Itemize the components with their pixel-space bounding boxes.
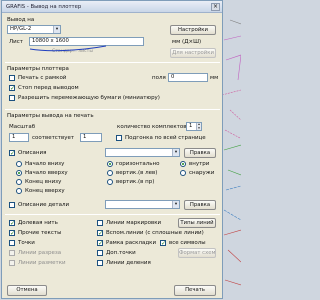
plotter-params-label: Параметры плоттера (7, 66, 69, 72)
start-bottom-radio[interactable] (16, 161, 22, 167)
detail-desc-select[interactable]: ▾ (105, 200, 180, 209)
detail-desc-label: Описание детали (18, 202, 70, 208)
print-button[interactable]: Печать (174, 285, 216, 296)
start-top-label: Начало вверху (25, 170, 68, 176)
vertical-up-radio[interactable] (107, 170, 113, 176)
seam-lines-label: Линии разметки (18, 260, 66, 266)
outside-label: снаружи (189, 170, 215, 176)
divider (5, 109, 220, 110)
cancel-button[interactable]: Отмена (7, 285, 47, 296)
frame-cut-label: Рамка раскладки (106, 240, 157, 246)
aux-lines-label: Вспом.линии (с сплошные линии) (106, 230, 204, 236)
seam-lines-checkbox[interactable] (9, 260, 15, 266)
notch-points-label: Доп.точки (106, 250, 136, 256)
fields-label: поля (152, 75, 166, 81)
frame-cut-checkbox[interactable]: ✓ (97, 240, 103, 247)
base-line-label: Долевая нить (18, 220, 58, 226)
scale-value: 1 (12, 134, 16, 140)
reinforced-checkbox[interactable]: ✓ (9, 230, 15, 237)
sheet-units: мм (Д×Ш) (172, 39, 202, 45)
stop-before-label: Стоп перед выводом (18, 85, 79, 91)
copies-stepper[interactable]: 1 ▴ ▾ (186, 122, 202, 131)
window-title: GRAFIS - Вывод на плоттер (6, 4, 82, 10)
chevron-down-icon[interactable]: ▾ (172, 149, 179, 156)
fields-units: мм (210, 75, 219, 81)
print-frame-label: Печать с рамкой (18, 75, 67, 81)
scale-label: Масштаб (9, 124, 36, 130)
for-device-button[interactable]: Для настройки (170, 48, 216, 58)
horizontal-label: горизонтально (116, 161, 160, 167)
divider (5, 214, 220, 215)
spin-arrows-icon[interactable]: ▴ ▾ (196, 123, 201, 130)
divider (5, 62, 220, 63)
inside-label: внутри (189, 161, 210, 167)
output-group-label: Вывод на (7, 17, 35, 23)
scale-separator: соответствует (32, 135, 75, 141)
title-bar: GRAFIS - Вывод на плоттер × (2, 1, 222, 13)
detail-desc-checkbox[interactable] (9, 202, 15, 208)
end-bottom-label: Конец внизу (25, 179, 62, 185)
rule-button[interactable]: Правка (184, 148, 216, 158)
scale-input[interactable]: 1 (9, 133, 29, 142)
notch-points-checkbox[interactable] (97, 250, 103, 256)
marking-lines-label: Линии маркировки (106, 220, 162, 226)
outside-radio[interactable] (180, 170, 186, 176)
points-checkbox[interactable] (9, 240, 15, 246)
fields-input[interactable]: 0 (168, 73, 208, 82)
print-frame-checkbox[interactable] (9, 75, 15, 81)
fit-page-label: Подгонка по всей странице (125, 135, 206, 141)
close-icon[interactable]: × (211, 3, 220, 11)
device-value: HP/GL-2 (10, 26, 32, 32)
descriptions-select[interactable]: ▾ (105, 148, 180, 157)
settings-button[interactable]: Настройки (170, 25, 216, 35)
sheet-size-value: 10800 x 1600 (32, 38, 69, 44)
scale-input-2[interactable]: 1 (80, 133, 102, 142)
fit-page-checkbox[interactable] (116, 135, 122, 141)
points-label: Точки (18, 240, 35, 246)
horizontal-radio[interactable] (107, 161, 113, 167)
vertical-down-radio[interactable] (107, 179, 113, 185)
sheet-label: Лист (9, 39, 23, 45)
start-bottom-label: Начало внизу (25, 161, 65, 167)
allow-rolls-label: Разрешить перемежающую бумаги (миниатюру… (18, 95, 160, 101)
marking-lines-checkbox[interactable] (97, 220, 103, 226)
chevron-down-icon[interactable]: ▾ (172, 201, 179, 208)
all-symbols-label: все символы (169, 240, 206, 246)
stop-before-checkbox[interactable]: ✓ (9, 85, 15, 92)
descriptions-checkbox[interactable]: ✓ (9, 150, 15, 157)
inside-radio[interactable] (180, 161, 186, 167)
format-button[interactable]: Формат схем (178, 248, 216, 258)
copies-value: 1 (189, 123, 193, 129)
all-symbols-checkbox[interactable]: ✓ (160, 240, 166, 247)
seam-points-label: Линии деления (106, 260, 151, 266)
end-top-label: Конец вверху (25, 188, 65, 194)
end-top-radio[interactable] (16, 188, 22, 194)
chevron-down-icon[interactable]: ▾ (53, 26, 60, 33)
allow-rolls-checkbox[interactable] (9, 95, 15, 101)
vertical-down-label: вертик.(в пр) (116, 179, 155, 185)
seam-points-checkbox[interactable] (97, 260, 103, 266)
plotter-output-dialog: GRAFIS - Вывод на плоттер × Вывод на HP/… (1, 0, 223, 299)
descriptions-label: Описания (18, 150, 47, 156)
device-select[interactable]: HP/GL-2 ▾ (7, 25, 61, 34)
end-bottom-radio[interactable] (16, 179, 22, 185)
vertical-up-label: вертик.(в лев) (116, 170, 158, 176)
line-types-button[interactable]: Типы линий (178, 218, 216, 228)
cut-lines-checkbox[interactable] (9, 250, 15, 256)
cut-lines-label: Линии разреза (18, 250, 62, 256)
base-line-checkbox[interactable]: ✓ (9, 220, 15, 227)
fields-value: 0 (171, 74, 175, 80)
scale-value-2: 1 (83, 134, 87, 140)
sheet-size-field[interactable]: 10800 x 1600 (29, 37, 144, 46)
reinforced-label: Прочие тексты (18, 230, 62, 236)
start-top-radio[interactable] (16, 170, 22, 176)
standard-sheets-label: Стандарт. листы (52, 49, 93, 54)
aux-lines-checkbox[interactable]: ✓ (97, 230, 103, 237)
print-params-label: Параметры вывода на печать (7, 113, 94, 119)
copies-label: количество комплектов (117, 124, 187, 130)
rule-button-2[interactable]: Правка (184, 200, 216, 210)
